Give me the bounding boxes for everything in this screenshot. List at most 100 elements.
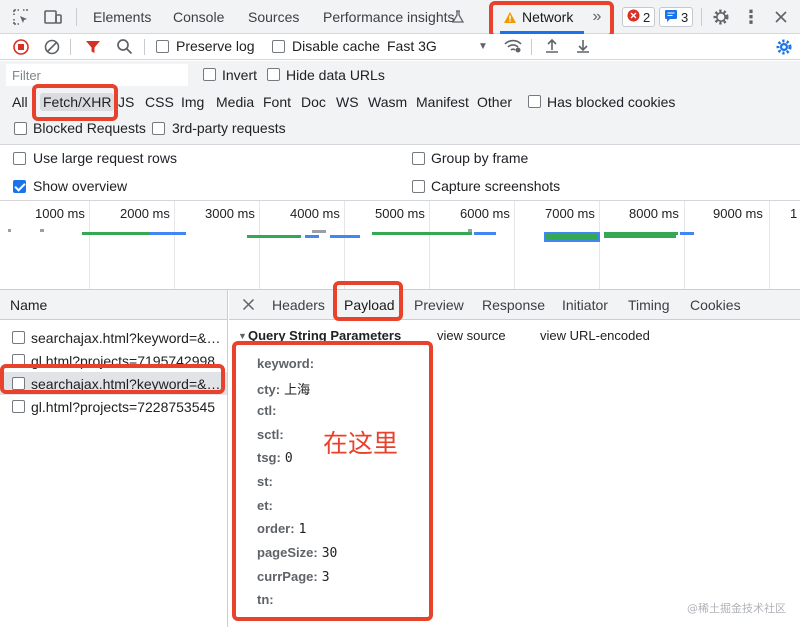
tick-label: 8000 ms bbox=[629, 206, 679, 221]
network-overview-timeline[interactable]: 1000 ms 2000 ms 3000 ms 4000 ms 5000 ms … bbox=[0, 200, 800, 290]
watermark: @稀土掘金技术社区 bbox=[687, 602, 786, 615]
grid-line bbox=[684, 201, 685, 289]
highlight-network-tab bbox=[489, 1, 614, 38]
network-conditions-wifi-icon[interactable] bbox=[503, 38, 523, 57]
overview-bar bbox=[604, 232, 678, 235]
devtools-tab-bar: Elements Console Sources Performance ins… bbox=[0, 0, 800, 38]
has-blocked-cookies-label: Has blocked cookies bbox=[547, 94, 676, 110]
type-filter-js[interactable]: JS bbox=[118, 93, 134, 111]
filter-funnel-icon[interactable] bbox=[85, 39, 101, 58]
type-filter-img[interactable]: Img bbox=[181, 93, 204, 111]
overview-bar bbox=[604, 235, 676, 238]
overview-bar bbox=[468, 229, 472, 232]
overview-bar bbox=[330, 235, 360, 238]
tick-label: 7000 ms bbox=[545, 206, 595, 221]
network-settings-gear-icon[interactable] bbox=[775, 38, 793, 59]
export-download-icon[interactable] bbox=[575, 38, 591, 57]
request-type-icon bbox=[12, 400, 25, 413]
has-blocked-cookies-checkbox[interactable] bbox=[528, 95, 541, 108]
filter-input[interactable] bbox=[6, 64, 188, 86]
tab-timing[interactable]: Timing bbox=[628, 290, 670, 320]
overview-bar bbox=[474, 232, 496, 235]
annotation-text: 在这里 bbox=[323, 429, 399, 458]
tab-headers[interactable]: Headers bbox=[272, 290, 325, 320]
blocked-requests-label: Blocked Requests bbox=[33, 120, 146, 136]
tick-label: 2000 ms bbox=[120, 206, 170, 221]
third-party-requests-checkbox[interactable] bbox=[152, 122, 165, 135]
capture-screenshots-label: Capture screenshots bbox=[431, 178, 561, 194]
grid-line bbox=[89, 201, 90, 289]
more-options-icon[interactable]: ⋮ bbox=[740, 6, 762, 28]
request-name: gl.html?projects=7228753545 bbox=[31, 398, 216, 415]
network-toolbar: Preserve log Disable cache Fast 3G ▼ bbox=[0, 34, 800, 60]
grid-line bbox=[259, 201, 260, 289]
search-icon[interactable] bbox=[116, 38, 133, 58]
type-filter-media[interactable]: Media bbox=[216, 93, 254, 111]
throttling-select[interactable]: Fast 3G bbox=[387, 38, 437, 54]
clear-icon[interactable] bbox=[44, 39, 60, 58]
import-upload-icon[interactable] bbox=[544, 38, 560, 57]
preserve-log-checkbox[interactable] bbox=[156, 40, 169, 53]
type-filter-other[interactable]: Other bbox=[477, 93, 512, 111]
invert-checkbox[interactable] bbox=[203, 68, 216, 81]
group-by-frame-checkbox[interactable] bbox=[412, 152, 425, 165]
tab-sources[interactable]: Sources bbox=[248, 0, 299, 34]
tab-elements[interactable]: Elements bbox=[93, 0, 151, 34]
third-party-requests-label: 3rd-party requests bbox=[172, 120, 286, 136]
type-filter-all[interactable]: All bbox=[12, 93, 28, 111]
view-source-link[interactable]: view source bbox=[437, 328, 506, 343]
close-detail-icon[interactable] bbox=[242, 298, 255, 314]
request-row[interactable]: gl.html?projects=7228753545 bbox=[0, 395, 227, 418]
type-filter-wasm[interactable]: Wasm bbox=[368, 93, 407, 111]
request-row[interactable]: searchajax.html?keyword=&cty=%E4%B8%8A%E… bbox=[0, 326, 227, 349]
tab-console[interactable]: Console bbox=[173, 0, 224, 34]
settings-gear-icon[interactable] bbox=[710, 6, 732, 28]
disable-cache-checkbox[interactable] bbox=[272, 40, 285, 53]
show-overview-checkbox[interactable] bbox=[13, 180, 26, 193]
grid-line bbox=[599, 201, 600, 289]
tab-performance-insights[interactable]: Performance insights bbox=[323, 0, 455, 34]
expand-triangle-icon[interactable]: ▼ bbox=[238, 331, 247, 341]
overview-bar bbox=[82, 232, 150, 235]
tab-cookies[interactable]: Cookies bbox=[690, 290, 741, 320]
grid-line bbox=[429, 201, 430, 289]
type-filter-manifest[interactable]: Manifest bbox=[416, 93, 469, 111]
blocked-requests-checkbox[interactable] bbox=[14, 122, 27, 135]
divider bbox=[701, 8, 702, 26]
message-icon bbox=[664, 9, 678, 25]
type-filter-doc[interactable]: Doc bbox=[301, 93, 326, 111]
tab-initiator[interactable]: Initiator bbox=[562, 290, 608, 320]
messages-badge[interactable]: 3 bbox=[659, 7, 694, 27]
type-filter-font[interactable]: Font bbox=[263, 93, 291, 111]
tab-response[interactable]: Response bbox=[482, 290, 545, 320]
overview-bar bbox=[312, 230, 326, 233]
grid-line bbox=[344, 201, 345, 289]
errors-badge[interactable]: 2 bbox=[622, 7, 656, 27]
capture-screenshots-checkbox[interactable] bbox=[412, 180, 425, 193]
error-icon bbox=[627, 9, 640, 25]
network-settings-panel: Use large request rows Group by frame Sh… bbox=[0, 144, 800, 200]
record-stop-icon[interactable] bbox=[13, 39, 29, 58]
tick-label: 1000 ms bbox=[35, 206, 85, 221]
overview-bar bbox=[680, 232, 694, 235]
inspect-element-icon[interactable] bbox=[10, 6, 32, 28]
close-devtools-icon[interactable] bbox=[770, 6, 792, 28]
tick-label: 4000 ms bbox=[290, 206, 340, 221]
tick-label: 9000 ms bbox=[713, 206, 763, 221]
type-filter-ws[interactable]: WS bbox=[336, 93, 359, 111]
overview-bar bbox=[150, 232, 186, 235]
overview-bar bbox=[247, 235, 301, 238]
divider bbox=[76, 8, 77, 26]
invert-label: Invert bbox=[222, 67, 258, 83]
tab-preview[interactable]: Preview bbox=[414, 290, 464, 320]
request-type-icon bbox=[12, 331, 25, 344]
device-toolbar-icon[interactable] bbox=[42, 6, 64, 28]
dropdown-arrow-icon[interactable]: ▼ bbox=[478, 41, 488, 52]
view-url-encoded-link[interactable]: view URL-encoded bbox=[540, 328, 650, 343]
name-column-header[interactable]: Name bbox=[0, 290, 227, 320]
type-filter-css[interactable]: CSS bbox=[145, 93, 174, 111]
large-rows-checkbox[interactable] bbox=[13, 152, 26, 165]
group-by-frame-label: Group by frame bbox=[431, 150, 529, 166]
grid-line bbox=[514, 201, 515, 289]
hide-data-urls-checkbox[interactable] bbox=[267, 68, 280, 81]
